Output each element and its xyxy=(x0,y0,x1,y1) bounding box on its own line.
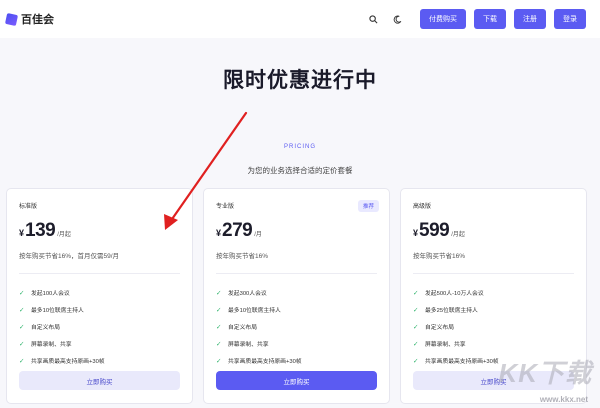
plan-price: 139 xyxy=(25,220,56,241)
price-row: ¥ 599 /月起 xyxy=(413,220,574,242)
price-unit: /月 xyxy=(254,232,262,238)
plan-price: 599 xyxy=(419,220,450,241)
feature-item: ✓ 共享画质最高支持原画+30帧 xyxy=(216,352,377,369)
feature-item: ✓ 最多10位联席主持人 xyxy=(216,301,377,318)
currency-symbol: ¥ xyxy=(413,228,419,238)
feature-label: 屏幕录制、共享 xyxy=(425,342,466,348)
feature-item: ✓ 自定义布局 xyxy=(413,318,574,335)
search-icon[interactable] xyxy=(364,10,382,28)
plan-price: 279 xyxy=(222,220,253,241)
pricing-tag: PRICING xyxy=(283,144,316,150)
check-icon: ✓ xyxy=(413,289,419,297)
currency-symbol: ¥ xyxy=(19,228,25,238)
check-icon: ✓ xyxy=(19,289,25,297)
buy-now-button-pro[interactable]: 立即购买 xyxy=(216,371,377,390)
check-icon: ✓ xyxy=(216,357,222,365)
login-nav-button[interactable]: 登录 xyxy=(554,9,586,29)
check-icon: ✓ xyxy=(216,289,222,297)
divider xyxy=(413,273,574,274)
check-icon: ✓ xyxy=(19,340,25,348)
check-icon: ✓ xyxy=(413,357,419,365)
feature-label: 共享画质最高支持原画+30帧 xyxy=(31,359,105,365)
check-icon: ✓ xyxy=(413,340,419,348)
check-icon: ✓ xyxy=(216,323,222,331)
price-unit: /月起 xyxy=(57,232,71,238)
brand-name: 百佳会 xyxy=(21,14,54,26)
check-icon: ✓ xyxy=(413,306,419,314)
brand[interactable]: 百佳会 xyxy=(4,11,54,27)
check-icon: ✓ xyxy=(19,306,25,314)
check-icon: ✓ xyxy=(19,323,25,331)
plan-name: 高级版 xyxy=(413,204,432,210)
feature-item: ✓ 发起500人-10万人会议 xyxy=(413,284,574,301)
currency-symbol: ¥ xyxy=(216,228,222,238)
check-icon: ✓ xyxy=(19,357,25,365)
feature-item: ✓ 最多10位联席主持人 xyxy=(19,301,180,318)
watermark-url: www.kkx.net xyxy=(539,395,588,404)
price-note: 按年购买节省16% xyxy=(216,253,269,260)
price-row: ¥ 139 /月起 xyxy=(19,220,180,242)
divider xyxy=(19,273,180,274)
plan-card-standard: 标准版 ¥ 139 /月起 按年购买节省16%，首月仅需59/月 ✓ 发起100人… xyxy=(6,188,193,404)
feature-label: 发起300人会议 xyxy=(228,291,267,297)
feature-item: ✓ 最多25位联席主持人 xyxy=(413,301,574,318)
feature-list: ✓ 发起300人会议 ✓ 最多10位联席主持人 ✓ 自定义布局 ✓ 屏幕录制、共享 ✓ 共… xyxy=(216,284,377,369)
feature-item: ✓ 发起300人会议 xyxy=(216,284,377,301)
feature-label: 自定义布局 xyxy=(425,325,454,331)
feature-item: ✓ 屏幕录制、共享 xyxy=(413,335,574,352)
buy-nav-button[interactable]: 付费购买 xyxy=(420,9,466,29)
check-icon: ✓ xyxy=(216,340,222,348)
plan-name: 标准版 xyxy=(19,204,38,210)
top-navbar: 百佳会 付费购买 下载 注册 登录 xyxy=(0,0,600,38)
price-row: ¥ 279 /月 xyxy=(216,220,377,242)
pricing-subtitle: 为您的业务选择合适的定价套餐 xyxy=(247,166,353,175)
feature-item: ✓ 屏幕录制、共享 xyxy=(19,335,180,352)
feature-label: 最多10位联席主持人 xyxy=(228,308,281,314)
price-unit: /月起 xyxy=(451,232,465,238)
feature-label: 自定义布局 xyxy=(228,325,257,331)
divider xyxy=(216,273,377,274)
download-nav-button[interactable]: 下载 xyxy=(474,9,506,29)
feature-item: ✓ 自定义布局 xyxy=(216,318,377,335)
feature-label: 共享画质最高支持原画+30帧 xyxy=(425,359,499,365)
feature-label: 屏幕录制、共享 xyxy=(228,342,269,348)
price-note: 按年购买节省16%，首月仅需59/月 xyxy=(19,253,120,260)
feature-label: 最多10位联席主持人 xyxy=(31,308,84,314)
hero-title: 限时优惠进行中 xyxy=(223,69,377,92)
feature-label: 自定义布局 xyxy=(31,325,60,331)
price-note: 按年购买节省16% xyxy=(413,253,466,260)
feature-item: ✓ 自定义布局 xyxy=(19,318,180,335)
feature-item: ✓ 共享画质最高支持原画+30帧 xyxy=(19,352,180,369)
moon-icon[interactable] xyxy=(388,10,406,28)
feature-label: 屏幕录制、共享 xyxy=(31,342,72,348)
check-icon: ✓ xyxy=(413,323,419,331)
brand-logo-icon xyxy=(4,12,19,26)
feature-label: 发起100人会议 xyxy=(31,291,70,297)
plan-name: 专业版 xyxy=(216,204,235,210)
feature-list: ✓ 发起100人会议 ✓ 最多10位联席主持人 ✓ 自定义布局 ✓ 屏幕录制、共享 ✓ 共… xyxy=(19,284,180,369)
recommended-badge: 推荐 xyxy=(357,200,379,212)
buy-now-button-standard[interactable]: 立即购买 xyxy=(19,371,180,390)
feature-item: ✓ 屏幕录制、共享 xyxy=(216,335,377,352)
feature-label: 共享画质最高支持原画+30帧 xyxy=(228,359,302,365)
feature-label: 最多25位联席主持人 xyxy=(425,308,478,314)
register-nav-button[interactable]: 注册 xyxy=(514,9,546,29)
check-icon: ✓ xyxy=(216,306,222,314)
watermark-logo: KK下载 xyxy=(498,358,592,388)
feature-item: ✓ 发起100人会议 xyxy=(19,284,180,301)
plan-card-pro: 专业版 推荐 ¥ 279 /月 按年购买节省16% ✓ 发起300人会议 ✓ 最多1… xyxy=(203,188,390,404)
feature-label: 发起500人-10万人会议 xyxy=(425,291,484,297)
